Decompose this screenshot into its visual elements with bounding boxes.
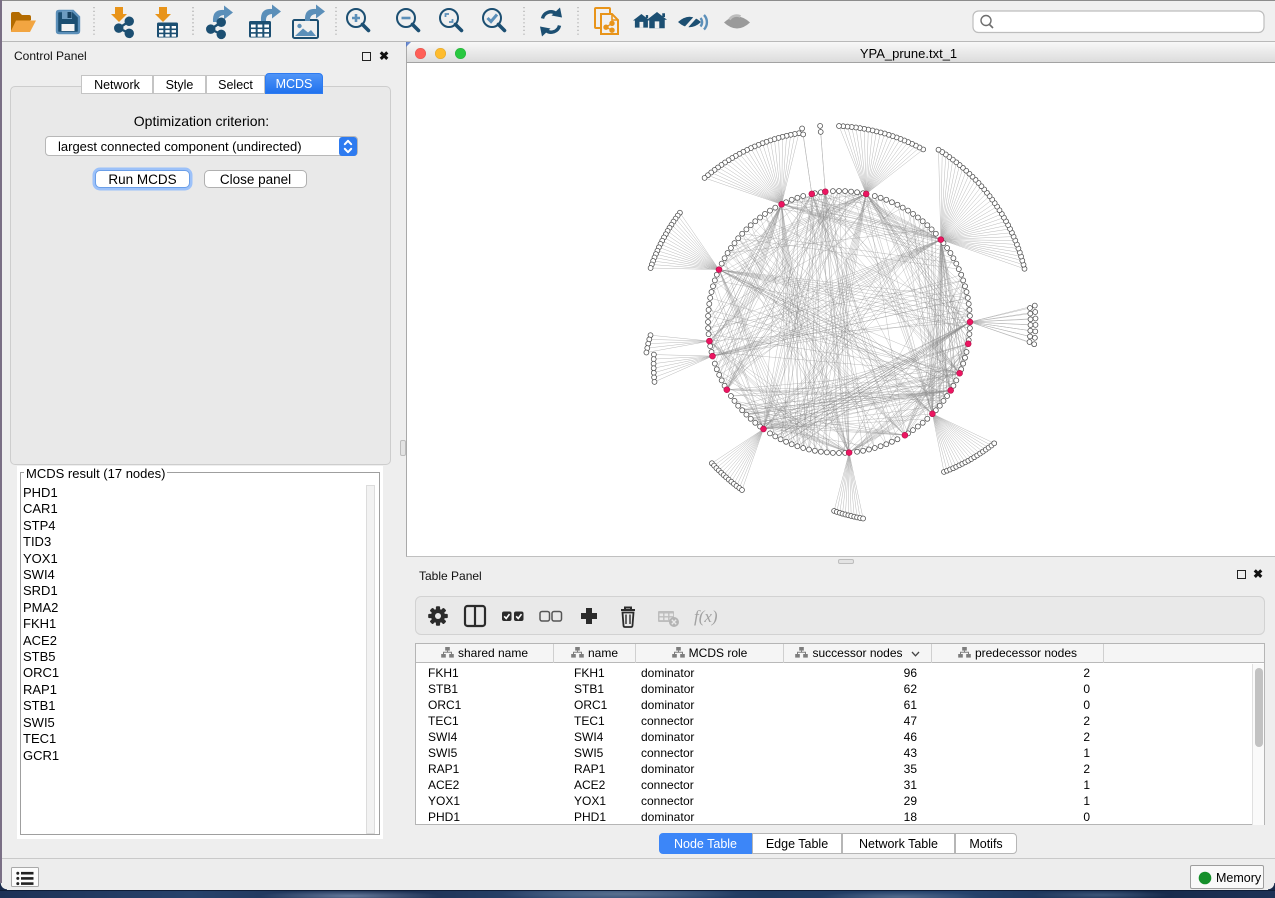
- svg-text:f(x): f(x): [694, 607, 718, 626]
